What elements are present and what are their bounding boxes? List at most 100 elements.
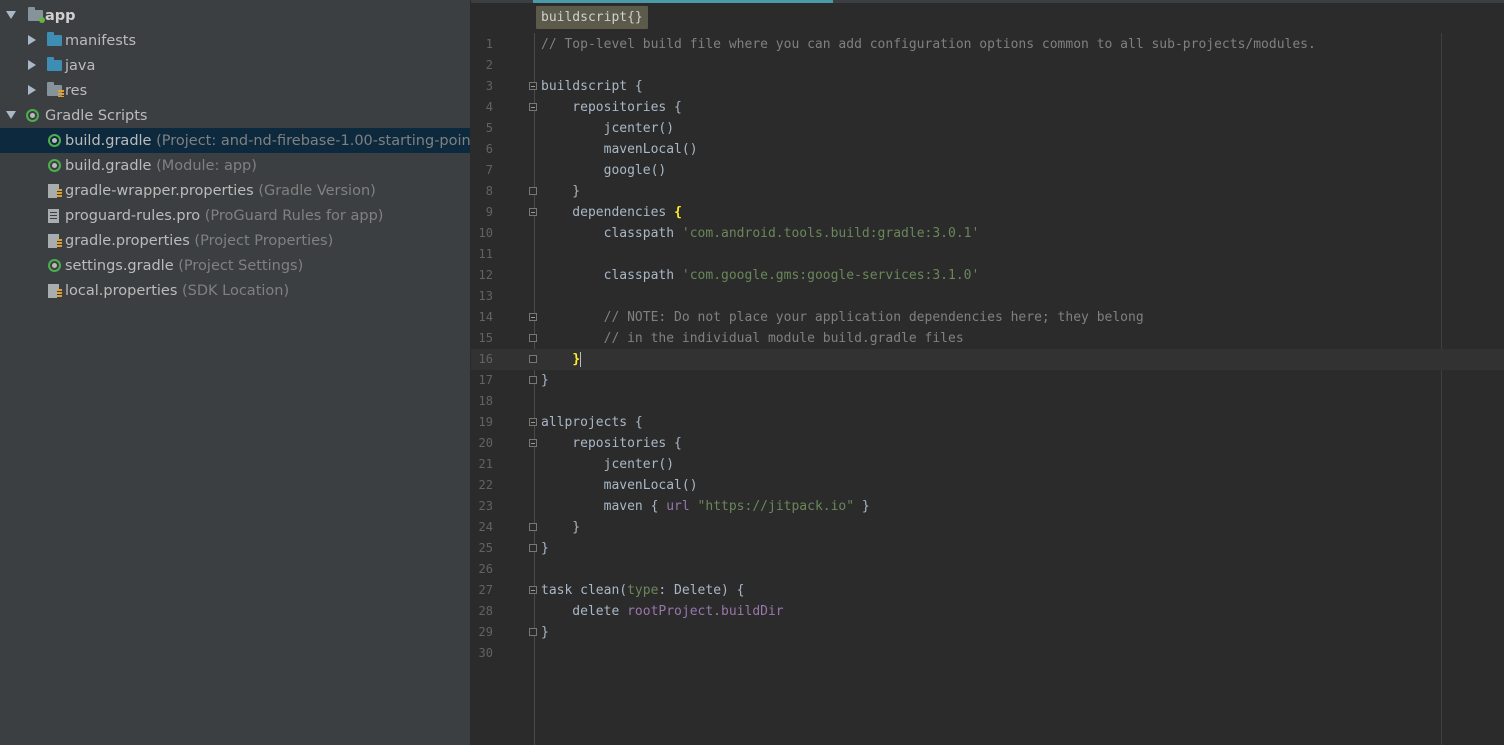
fold-end-marker-icon[interactable] <box>529 628 537 636</box>
breadcrumb[interactable]: buildscript{} <box>536 6 648 29</box>
line-number: 2 <box>485 58 493 72</box>
tree-item-java[interactable]: java <box>0 53 470 78</box>
line-number: 22 <box>478 478 493 492</box>
code-line[interactable]: 23 maven { url "https://jitpack.io" } <box>471 496 1504 517</box>
code-line[interactable]: 15 // in the individual module build.gra… <box>471 328 1504 349</box>
fold-marker-icon[interactable] <box>529 82 537 90</box>
code-line[interactable]: 17} <box>471 370 1504 391</box>
code-line-current[interactable]: 16 } <box>471 349 1504 370</box>
code-text: maven { <box>541 499 667 514</box>
code-line[interactable]: 10 classpath 'com.android.tools.build:gr… <box>471 223 1504 244</box>
code-line[interactable]: 24 } <box>471 517 1504 538</box>
tree-item-label: gradle-wrapper.properties <box>65 182 254 199</box>
fold-end-marker-icon[interactable] <box>529 376 537 384</box>
code-line[interactable]: 29} <box>471 622 1504 643</box>
tree-item-label: build.gradle <box>65 157 152 174</box>
fold-end-marker-icon[interactable] <box>529 187 537 195</box>
fold-marker-icon[interactable] <box>529 313 537 321</box>
collapse-arrow-icon[interactable] <box>28 85 36 95</box>
tree-item-label: manifests <box>65 32 137 49</box>
line-number: 15 <box>478 331 493 345</box>
code-line[interactable]: 18 <box>471 391 1504 412</box>
line-number: 16 <box>478 352 493 366</box>
tree-item-gradle-scripts[interactable]: Gradle Scripts <box>0 103 470 128</box>
fold-end-marker-icon[interactable] <box>529 523 537 531</box>
tree-item-build-gradle-project[interactable]: build.gradle (Project: and-nd-firebase-1… <box>0 128 482 153</box>
code-line[interactable]: 9 dependencies { <box>471 202 1504 223</box>
code-line[interactable]: 14 // NOTE: Do not place your applicatio… <box>471 307 1504 328</box>
fold-end-marker-icon[interactable] <box>529 355 537 363</box>
code-text: } <box>541 541 549 556</box>
code-text: } <box>541 625 549 640</box>
tree-item-label: res <box>65 82 88 99</box>
tree-item-gradle-wrapper-properties[interactable]: gradle-wrapper.properties (Gradle Versio… <box>0 178 470 203</box>
properties-file-icon <box>48 283 64 299</box>
fold-marker-icon[interactable] <box>529 586 537 594</box>
collapse-arrow-icon[interactable] <box>28 60 36 70</box>
code-line[interactable]: 25} <box>471 538 1504 559</box>
code-line[interactable]: 6 mavenLocal() <box>471 139 1504 160</box>
tree-item-gradle-properties[interactable]: gradle.properties (Project Properties) <box>0 228 470 253</box>
code-line[interactable]: 13 <box>471 286 1504 307</box>
app-folder-icon <box>28 7 45 24</box>
code-line[interactable]: 21 jcenter() <box>471 454 1504 475</box>
code-line[interactable]: 5 jcenter() <box>471 118 1504 139</box>
expand-arrow-icon[interactable] <box>6 111 16 119</box>
line-number: 30 <box>478 646 493 660</box>
code-line[interactable]: 30 <box>471 643 1504 664</box>
line-number: 11 <box>478 247 493 261</box>
code-line[interactable]: 12 classpath 'com.google.gms:google-serv… <box>471 265 1504 286</box>
code-line[interactable]: 8 } <box>471 181 1504 202</box>
code-line[interactable]: 7 google() <box>471 160 1504 181</box>
code-editor[interactable]: buildscript{} 1 // Top-level build file w… <box>471 0 1504 745</box>
fold-marker-icon[interactable] <box>529 103 537 111</box>
code-line[interactable]: 20 repositories { <box>471 433 1504 454</box>
code-line[interactable]: 1 // Top-level build file where you can a… <box>471 34 1504 55</box>
tree-item-manifests[interactable]: manifests <box>0 28 470 53</box>
code-line[interactable]: 11 <box>471 244 1504 265</box>
code-text: classpath <box>541 226 682 241</box>
code-line[interactable]: 28 delete rootProject.buildDir <box>471 601 1504 622</box>
tree-item-local-properties[interactable]: local.properties (SDK Location) <box>0 278 470 303</box>
text-file-icon <box>48 208 64 224</box>
tree-item-label: local.properties <box>65 282 178 299</box>
tree-item-hint: (Project Settings) <box>178 257 304 274</box>
code-text: jcenter() <box>541 457 675 472</box>
line-number: 6 <box>485 142 493 156</box>
code-text: task clean( <box>541 583 628 598</box>
code-line[interactable]: 4 repositories { <box>471 97 1504 118</box>
code-line[interactable]: 19 allprojects { <box>471 412 1504 433</box>
expand-arrow-icon[interactable] <box>6 11 16 19</box>
fold-marker-icon[interactable] <box>529 439 537 447</box>
fold-end-marker-icon[interactable] <box>529 334 537 342</box>
code-text: repositories { <box>541 436 682 451</box>
res-folder-icon <box>47 82 64 99</box>
code-line[interactable]: 26 <box>471 559 1504 580</box>
string-literal: 'com.android.tools.build:gradle:3.0.1' <box>681 226 980 241</box>
collapse-arrow-icon[interactable] <box>28 35 36 45</box>
tree-item-proguard-rules[interactable]: proguard-rules.pro (ProGuard Rules for a… <box>0 203 470 228</box>
string-literal: "https://jitpack.io" <box>697 499 855 514</box>
tree-item-app[interactable]: app <box>0 3 470 28</box>
line-number: 5 <box>485 121 493 135</box>
tree-item-settings-gradle[interactable]: settings.gradle (Project Settings) <box>0 253 470 278</box>
code-line[interactable]: 3 buildscript { <box>471 76 1504 97</box>
line-number: 25 <box>478 541 493 555</box>
code-text: // NOTE: Do not place your application d… <box>541 310 1144 325</box>
tree-item-hint: (ProGuard Rules for app) <box>204 207 384 224</box>
code-line[interactable]: 22 mavenLocal() <box>471 475 1504 496</box>
code-text: classpath <box>541 268 682 283</box>
tree-item-res[interactable]: res <box>0 78 470 103</box>
code-text: buildscript { <box>541 79 643 94</box>
line-number: 13 <box>478 289 493 303</box>
code-text: dependencies <box>541 205 675 220</box>
line-number: 29 <box>478 625 493 639</box>
code-text: // in the individual module build.gradle… <box>541 331 964 346</box>
folder-icon <box>47 32 63 49</box>
fold-marker-icon[interactable] <box>529 208 537 216</box>
fold-end-marker-icon[interactable] <box>529 544 537 552</box>
tree-item-build-gradle-module[interactable]: build.gradle (Module: app) <box>0 153 470 178</box>
fold-marker-icon[interactable] <box>529 418 537 426</box>
code-line[interactable]: 2 <box>471 55 1504 76</box>
code-line[interactable]: 27 task clean(type: Delete) { <box>471 580 1504 601</box>
